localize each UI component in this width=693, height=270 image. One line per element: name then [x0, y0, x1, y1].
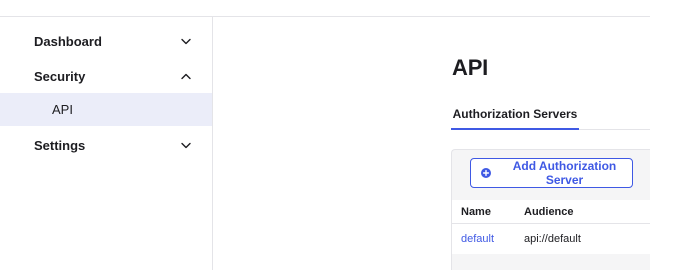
table-header: Name Audience [452, 200, 650, 224]
sidebar-item-label: Dashboard [34, 33, 102, 49]
sidebar-item-security[interactable]: Security [0, 59, 212, 93]
add-button-label: Add Authorization Server [512, 159, 617, 187]
sidebar-item-label: Settings [34, 137, 86, 153]
tab-authorization-servers[interactable]: Authorization Servers [451, 99, 579, 130]
server-name-link[interactable]: default [461, 233, 494, 245]
sidebar-item-label: API [52, 102, 73, 117]
chevron-down-icon [180, 35, 192, 47]
table-row: default api://default [452, 224, 650, 254]
sidebar-item-label: Security [34, 68, 86, 84]
sidebar-nav: Dashboard Security API Settings [0, 17, 213, 270]
page-title: API [452, 55, 489, 80]
sidebar-item-dashboard[interactable]: Dashboard [0, 24, 212, 58]
main-content: API Authorization Servers Add Authorizat… [214, 17, 693, 270]
chevron-up-icon [180, 70, 192, 82]
plus-circle-icon [481, 168, 491, 178]
add-authorization-server-button[interactable]: Add Authorization Server [470, 158, 633, 188]
tab-bar: Authorization Servers [451, 99, 650, 130]
authorization-servers-panel: Add Authorization Server Name Audience d… [451, 149, 650, 270]
authorization-servers-table: Name Audience default api://default [452, 200, 650, 254]
column-header-audience: Audience [524, 205, 574, 218]
server-audience: api://default [524, 233, 581, 245]
sidebar-item-api[interactable]: API [0, 93, 212, 126]
column-header-name: Name [461, 205, 491, 218]
chevron-down-icon [180, 139, 192, 151]
sidebar-item-settings[interactable]: Settings [0, 128, 212, 162]
